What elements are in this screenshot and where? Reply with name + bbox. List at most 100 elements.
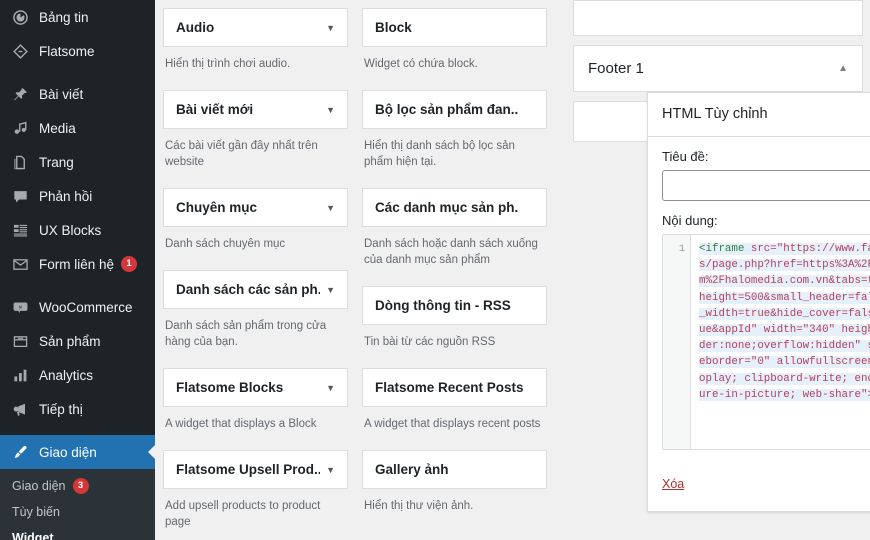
dashboard-icon xyxy=(9,7,31,27)
chart-bars-icon xyxy=(9,365,31,385)
sidebar-item-label: Phản hồi xyxy=(39,188,93,204)
sidebar-item-trang[interactable]: Trang xyxy=(0,145,155,179)
widget-title: Bài viết mới xyxy=(176,102,254,117)
sidebar-item-flatsome[interactable]: Flatsome xyxy=(0,34,155,68)
page-icon xyxy=(9,152,31,172)
sidebar-item-label: Form liên hệ xyxy=(39,256,115,272)
custom-html-widget-dialog: HTML Tùy chỉnh ▲ Tiêu đề: Nội dung: 1 <i… xyxy=(647,92,870,512)
widget-title: Flatsome Upsell Prod... xyxy=(176,462,321,477)
chevron-down-icon[interactable]: ▼ xyxy=(326,383,335,393)
widget-title: Danh sách các sản ph... xyxy=(176,282,321,297)
footer1-panel-title: Footer 1 xyxy=(588,60,644,77)
code-token-tag-open: <iframe xyxy=(699,243,745,255)
widget-title: Dòng thông tin - RSS xyxy=(375,298,511,313)
sidebar-item-label: Bảng tin xyxy=(39,9,89,25)
submenu-item-widget[interactable]: Widget xyxy=(0,525,155,540)
widget-card[interactable]: Dòng thông tin - RSS xyxy=(362,286,547,325)
sidebar-item-media[interactable]: Media xyxy=(0,111,155,145)
sidebar-item-label: Sản phẩm xyxy=(39,333,101,349)
html-code-editor[interactable]: 1 <iframe src="https://www.facebook.com/… xyxy=(662,234,870,450)
chevron-down-icon[interactable]: ▼ xyxy=(326,105,335,115)
sidebar-item-label: Tiếp thị xyxy=(39,401,83,417)
chevron-up-icon[interactable]: ▲ xyxy=(838,63,848,74)
widget-description: Widget có chứa block. xyxy=(364,58,478,70)
chevron-down-icon[interactable]: ▼ xyxy=(326,23,335,33)
widget-card[interactable]: Bộ lọc sản phẩm đan.. xyxy=(362,90,547,129)
appearance-submenu: Giao diện3Tùy biếnWidgetMenuInstall Plug… xyxy=(0,469,155,540)
widget-description: Hiển thị trình chơi audio. xyxy=(165,58,291,70)
widget-title: Block xyxy=(375,20,412,35)
widget-card[interactable]: Gallery ảnh xyxy=(362,450,547,489)
sidebar-area-panel-footer1[interactable]: Footer 1 ▲ xyxy=(573,45,863,92)
sidebar-item-b-ng-tin[interactable]: Bảng tin xyxy=(0,0,155,34)
sidebar-item-label: Media xyxy=(39,120,76,136)
sidebar-item-label: Analytics xyxy=(39,367,94,383)
sidebar-item-s-n-ph-m[interactable]: Sản phẩm xyxy=(0,324,155,358)
chevron-down-icon[interactable]: ▼ xyxy=(326,465,335,475)
admin-sidebar: Bảng tin Flatsome Bài viết Media Trang Phản h… xyxy=(0,0,155,540)
megaphone-icon xyxy=(9,399,31,419)
widget-card[interactable]: Audio ▼ xyxy=(163,8,348,47)
widget-card[interactable]: Chuyên mục ▼ xyxy=(163,188,348,227)
widget-card[interactable]: Block xyxy=(362,8,547,47)
submenu-item-giao-di-n[interactable]: Giao diện 3 xyxy=(0,473,155,499)
comment-icon xyxy=(9,186,31,206)
widget-title: Các danh mục sản ph. xyxy=(375,200,519,215)
menu-separator xyxy=(0,68,155,77)
pin-icon xyxy=(9,84,31,104)
sidebar-item-label: Trang xyxy=(39,154,74,170)
content-field-label: Nội dung: xyxy=(662,213,718,228)
widget-title: Flatsome Blocks xyxy=(176,380,284,395)
widget-card[interactable]: Các danh mục sản ph. xyxy=(362,188,547,227)
sidebar-item-form-li-n-h[interactable]: Form liên hệ 1 xyxy=(0,247,155,281)
widget-card[interactable]: Flatsome Blocks ▼ xyxy=(163,368,348,407)
notification-badge: 1 xyxy=(121,256,138,272)
widget-card[interactable]: Danh sách các sản ph... ▼ xyxy=(163,270,348,309)
widget-column-right: Block Widget có chứa block. Bộ lọc sản phẩ… xyxy=(362,0,547,540)
chevron-down-icon[interactable]: ▼ xyxy=(326,285,335,295)
code-editor-text[interactable]: <iframe src="https://www.facebook.com/pl… xyxy=(691,235,870,449)
delete-widget-link[interactable]: Xóa xyxy=(662,477,684,491)
submenu-item-label: Widget xyxy=(12,531,54,540)
sidebar-item-ux-blocks[interactable]: UX Blocks xyxy=(0,213,155,247)
sidebar-item-label: Flatsome xyxy=(39,43,95,59)
media-icon xyxy=(9,118,31,138)
widget-description: Danh sách hoặc danh sách xuống của danh … xyxy=(364,238,538,266)
sidebar-item-analytics[interactable]: Analytics xyxy=(0,358,155,392)
widget-description: Danh sách sản phẩm trong cửa hàng của bạ… xyxy=(165,320,327,348)
blocks-icon xyxy=(9,220,31,240)
widget-title: Chuyên mục xyxy=(176,200,258,215)
widget-description: A widget that displays a Block xyxy=(165,418,317,430)
sidebar-item-label: WooCommerce xyxy=(39,299,133,315)
widget-title: Bộ lọc sản phẩm đan.. xyxy=(375,102,519,117)
widget-description: Hiển thị thư viện ảnh. xyxy=(364,500,474,512)
widget-description: Các bài viết gần đây nhất trên website xyxy=(165,140,318,168)
sidebar-item-b-i-vi-t[interactable]: Bài viết xyxy=(0,77,155,111)
footer1-panel-header[interactable]: Footer 1 ▲ xyxy=(574,46,862,91)
submenu-item-t-y-bi-n[interactable]: Tùy biến xyxy=(0,499,155,525)
widget-description: Hiển thị danh sách bộ lọc sản phẩm hiện … xyxy=(364,140,515,168)
sidebar-area-panel-partial[interactable] xyxy=(573,0,863,36)
sidebar-item-woocommerce[interactable]: W WooCommerce xyxy=(0,290,155,324)
dialog-footer: Xóa Lưu thay đổi xyxy=(648,460,870,511)
sidebar-item-ph-n-h-i[interactable]: Phản hồi xyxy=(0,179,155,213)
wordpress-widgets-screen: Bảng tin Flatsome Bài viết Media Trang Phản h… xyxy=(0,0,870,540)
widget-card[interactable]: Flatsome Recent Posts xyxy=(362,368,547,407)
widget-card[interactable]: Flatsome Upsell Prod... ▼ xyxy=(163,450,348,489)
widgets-content: Audio ▼ Hiển thị trình chơi audio. Bài viết… xyxy=(155,0,870,540)
widget-description: Danh sách chuyên mục xyxy=(165,238,286,250)
widget-card[interactable]: Bài viết mới ▼ xyxy=(163,90,348,129)
sidebar-item-label: UX Blocks xyxy=(39,222,102,238)
widget-description: Add upsell products to product page xyxy=(165,500,321,528)
flatsome-diamond-icon xyxy=(9,41,31,61)
dialog-header[interactable]: HTML Tùy chỉnh ▲ xyxy=(648,93,870,137)
submenu-item-label: Tùy biến xyxy=(12,505,60,519)
woocommerce-icon: W xyxy=(9,297,31,317)
widget-title-input[interactable] xyxy=(662,170,870,201)
appearance-brush-icon xyxy=(9,442,31,462)
sidebar-item-giao-di-n[interactable]: Giao diện xyxy=(0,435,155,469)
widget-title: Audio xyxy=(176,20,215,35)
chevron-down-icon[interactable]: ▼ xyxy=(326,203,335,213)
sidebar-item-ti-p-th[interactable]: Tiếp thị xyxy=(0,392,155,426)
envelope-icon xyxy=(9,254,31,274)
